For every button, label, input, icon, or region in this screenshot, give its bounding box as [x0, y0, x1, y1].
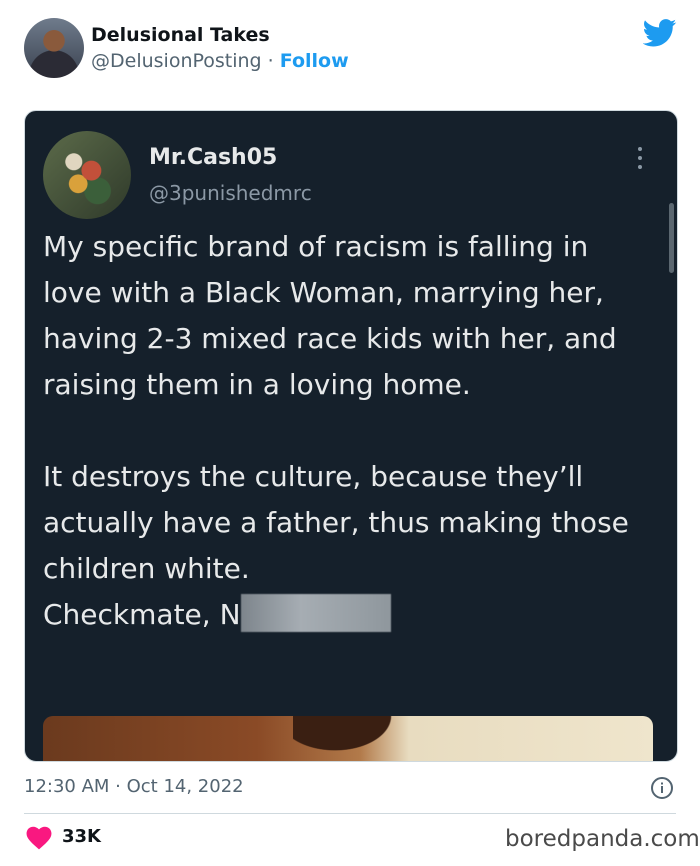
- tweet-timestamp[interactable]: 12:30 AM · Oct 14, 2022: [24, 776, 244, 797]
- embedded-paragraph-3-text: Checkmate, N: [43, 598, 241, 631]
- info-icon[interactable]: [650, 776, 674, 800]
- heart-icon[interactable]: [26, 826, 52, 850]
- author-name[interactable]: Delusional Takes: [91, 24, 270, 46]
- embedded-author-handle: @3punishedmrc: [149, 181, 312, 205]
- like-count[interactable]: 33K: [62, 826, 101, 847]
- embedded-avatar: [43, 131, 131, 219]
- embedded-tweet-text: My specific brand of racism is falling i…: [43, 224, 653, 638]
- embedded-image-preview: [43, 716, 653, 761]
- embedded-paragraph-1: My specific brand of racism is falling i…: [43, 230, 617, 401]
- watermark: boredpanda.com: [505, 826, 700, 852]
- twitter-bird-icon[interactable]: [643, 19, 677, 47]
- censor-blur: [240, 594, 391, 632]
- image-detail: [293, 716, 433, 761]
- author-handle-line: @DelusionPosting · Follow: [91, 50, 349, 72]
- follow-button[interactable]: Follow: [280, 50, 349, 72]
- footer-divider: [24, 813, 676, 814]
- author-avatar[interactable]: [24, 18, 84, 78]
- tweet-card: Delusional Takes @DelusionPosting · Foll…: [0, 0, 700, 866]
- scrollbar-thumb: [669, 203, 674, 273]
- handle-separator: ·: [267, 50, 274, 72]
- author-handle[interactable]: @DelusionPosting: [91, 50, 262, 72]
- embedded-paragraph-2: It destroys the culture, because they’ll…: [43, 454, 653, 638]
- more-options-icon: [637, 147, 643, 169]
- embedded-tweet-screenshot[interactable]: Mr.Cash05 @3punishedmrc My specific bran…: [24, 110, 678, 762]
- embedded-paragraph-2-text: It destroys the culture, because they’ll…: [43, 460, 629, 585]
- embedded-author-name: Mr.Cash05: [149, 145, 278, 170]
